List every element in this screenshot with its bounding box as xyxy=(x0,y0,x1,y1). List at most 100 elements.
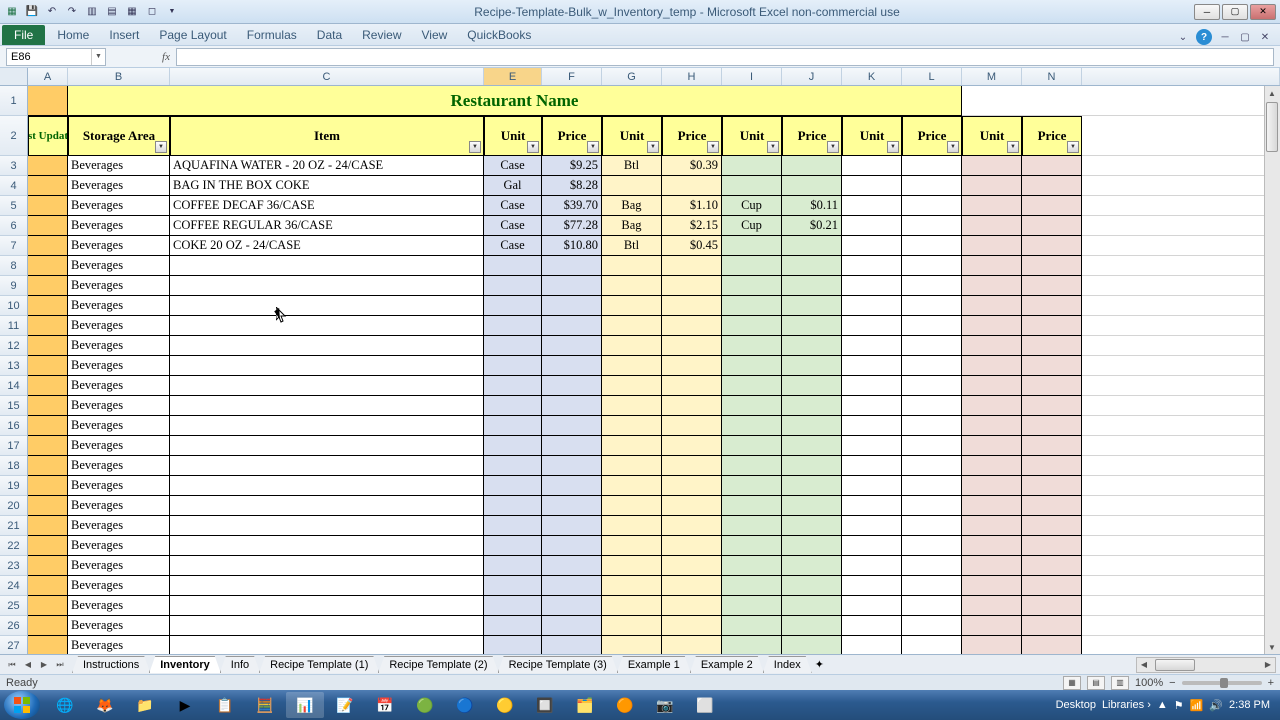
cell-unit4[interactable] xyxy=(842,316,902,336)
fx-icon[interactable]: fx xyxy=(156,51,176,63)
zoom-slider[interactable] xyxy=(1182,681,1262,685)
col-header-b[interactable]: B xyxy=(68,68,170,85)
cell-price1[interactable] xyxy=(542,496,602,516)
cell-storage[interactable]: Beverages xyxy=(68,596,170,616)
cell-price5[interactable] xyxy=(1022,376,1082,396)
cell-unit4[interactable] xyxy=(842,436,902,456)
row-header[interactable]: 25 xyxy=(0,596,28,616)
view-pagebreak-icon[interactable]: ▥ xyxy=(1111,676,1129,690)
cell-unit3[interactable] xyxy=(722,236,782,256)
filter-icon[interactable]: ▼ xyxy=(827,141,839,153)
cell-rest[interactable] xyxy=(1082,156,1280,176)
cell-unit4[interactable] xyxy=(842,556,902,576)
cell-price5[interactable] xyxy=(1022,216,1082,236)
cell-unit2[interactable] xyxy=(602,276,662,296)
row-header[interactable]: 24 xyxy=(0,576,28,596)
header-last-update[interactable]: Last Update▼ xyxy=(28,116,68,156)
cell-price4[interactable] xyxy=(902,456,962,476)
cell-unit3[interactable] xyxy=(722,576,782,596)
cell-price2[interactable] xyxy=(662,436,722,456)
cell-price3[interactable] xyxy=(782,536,842,556)
cell-item[interactable] xyxy=(170,376,484,396)
cell-price3[interactable] xyxy=(782,296,842,316)
cell-a[interactable] xyxy=(28,456,68,476)
cell-unit2[interactable] xyxy=(602,496,662,516)
header-price-5[interactable]: Price▼ xyxy=(1022,116,1082,156)
cell-price3[interactable] xyxy=(782,356,842,376)
cell-item[interactable] xyxy=(170,576,484,596)
hscroll-thumb[interactable] xyxy=(1155,659,1195,671)
cell-unit5[interactable] xyxy=(962,216,1022,236)
save-icon[interactable]: 💾 xyxy=(24,4,40,20)
cell-price3[interactable] xyxy=(782,436,842,456)
cell-unit2[interactable] xyxy=(602,576,662,596)
cell-price5[interactable] xyxy=(1022,156,1082,176)
cell-unit3[interactable] xyxy=(722,616,782,636)
cell-price2[interactable]: $1.10 xyxy=(662,196,722,216)
sheet-nav-last-icon[interactable]: ⏭ xyxy=(52,657,68,673)
header-storage-area[interactable]: Storage Area▼ xyxy=(68,116,170,156)
row-header[interactable]: 13 xyxy=(0,356,28,376)
cell-storage[interactable]: Beverages xyxy=(68,176,170,196)
ribbon-tab-insert[interactable]: Insert xyxy=(99,25,149,45)
cell-price4[interactable] xyxy=(902,296,962,316)
taskbar-app-icon-3[interactable]: 📅 xyxy=(366,692,404,718)
cell-price5[interactable] xyxy=(1022,636,1082,654)
cell-unit1[interactable] xyxy=(484,376,542,396)
row-header[interactable]: 14 xyxy=(0,376,28,396)
filter-icon[interactable]: ▼ xyxy=(155,141,167,153)
cell-unit3[interactable]: Cup xyxy=(722,216,782,236)
cell-unit1[interactable] xyxy=(484,316,542,336)
cell-price2[interactable] xyxy=(662,536,722,556)
cell-unit1[interactable]: Case xyxy=(484,236,542,256)
cell-unit3[interactable] xyxy=(722,376,782,396)
filter-icon[interactable]: ▼ xyxy=(527,141,539,153)
cell-unit3[interactable] xyxy=(722,596,782,616)
new-sheet-icon[interactable]: ✦ xyxy=(815,658,824,671)
cell-unit1[interactable] xyxy=(484,396,542,416)
scroll-up-icon[interactable]: ▲ xyxy=(1265,86,1279,100)
cell-price3[interactable] xyxy=(782,256,842,276)
filter-icon[interactable]: ▼ xyxy=(647,141,659,153)
header-unit-5[interactable]: Unit▼ xyxy=(962,116,1022,156)
row-header[interactable]: 21 xyxy=(0,516,28,536)
taskbar-app-icon-10[interactable]: ⬜ xyxy=(686,692,724,718)
cell-price3[interactable] xyxy=(782,176,842,196)
cell-item[interactable] xyxy=(170,296,484,316)
sheet-tab[interactable]: Info xyxy=(220,656,260,673)
cell-price5[interactable] xyxy=(1022,396,1082,416)
cell-price5[interactable] xyxy=(1022,356,1082,376)
col-header-l[interactable]: L xyxy=(902,68,962,85)
cell-price4[interactable] xyxy=(902,496,962,516)
cell-price3[interactable] xyxy=(782,496,842,516)
cell-price5[interactable] xyxy=(1022,236,1082,256)
row-header[interactable]: 9 xyxy=(0,276,28,296)
taskbar-app-icon-2[interactable]: 🧮 xyxy=(246,692,284,718)
cell-price1[interactable] xyxy=(542,476,602,496)
qat-dropdown-icon[interactable]: ▼ xyxy=(164,4,180,20)
row-header[interactable]: 15 xyxy=(0,396,28,416)
cell-item[interactable] xyxy=(170,496,484,516)
cell-a[interactable] xyxy=(28,536,68,556)
ribbon-minimize-icon[interactable]: ⌄ xyxy=(1176,30,1190,44)
cell-price3[interactable] xyxy=(782,336,842,356)
header-unit-4[interactable]: Unit▼ xyxy=(842,116,902,156)
tray-volume-icon[interactable]: 🔊 xyxy=(1209,699,1223,712)
cell-price3[interactable] xyxy=(782,316,842,336)
cell-a[interactable] xyxy=(28,616,68,636)
cell-unit1[interactable] xyxy=(484,456,542,476)
cell-storage[interactable]: Beverages xyxy=(68,436,170,456)
ribbon-tab-view[interactable]: View xyxy=(412,25,458,45)
col-header-e[interactable]: E xyxy=(484,68,542,85)
cell-unit4[interactable] xyxy=(842,476,902,496)
row-header[interactable]: 22 xyxy=(0,536,28,556)
col-header-k[interactable]: K xyxy=(842,68,902,85)
cell-unit3[interactable] xyxy=(722,436,782,456)
cell-storage[interactable]: Beverages xyxy=(68,296,170,316)
cell-unit5[interactable] xyxy=(962,536,1022,556)
cell-rest[interactable] xyxy=(1082,596,1280,616)
taskbar-excel-icon[interactable]: 📊 xyxy=(286,692,324,718)
cell-price1[interactable] xyxy=(542,596,602,616)
cell-price4[interactable] xyxy=(902,256,962,276)
cell-rest-2[interactable] xyxy=(1082,116,1280,156)
